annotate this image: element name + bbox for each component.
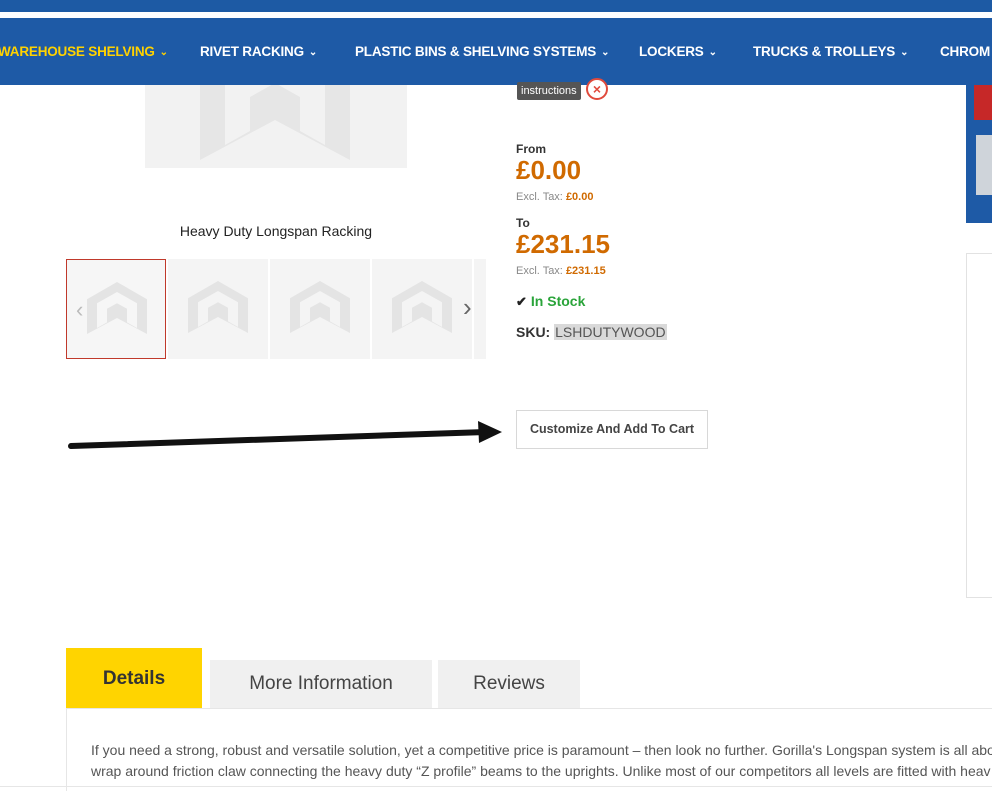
- thumbnail-5[interactable]: [474, 259, 486, 359]
- placeholder-logo-icon: [188, 281, 248, 333]
- from-excl-tax: Excl. Tax: £0.00: [516, 191, 593, 203]
- excl-tax-label: Excl. Tax:: [516, 191, 563, 203]
- side-panel: [966, 253, 992, 598]
- customize-add-to-cart-button[interactable]: Customize And Add To Cart: [516, 410, 708, 449]
- instructions-badge[interactable]: instructions: [517, 82, 581, 100]
- to-excl-tax: Excl. Tax: £231.15: [516, 265, 606, 277]
- sku-value: LSHDUTYWOOD: [554, 324, 667, 340]
- side-promo-banner[interactable]: [966, 85, 992, 223]
- nav-item-label: CHROM: [940, 44, 990, 59]
- tab-details[interactable]: Details: [66, 648, 202, 708]
- main-navigation: WAREHOUSE SHELVING ⌄ RIVET RACKING ⌄ PLAST…: [0, 18, 992, 85]
- instructions-close-icon[interactable]: ×: [586, 78, 608, 100]
- description-line: If you need a strong, robust and versati…: [91, 742, 992, 758]
- to-label: To: [516, 216, 530, 230]
- placeholder-logo-icon: [392, 281, 452, 333]
- excl-tax-amount: £0.00: [565, 191, 594, 203]
- chevron-left-icon[interactable]: ‹: [76, 297, 83, 323]
- chevron-down-icon: ⌄: [601, 47, 610, 58]
- nav-item-label: PLASTIC BINS & SHELVING SYSTEMS: [355, 44, 597, 59]
- from-label: From: [516, 142, 546, 156]
- stock-status: ✔ In Stock: [516, 293, 585, 310]
- stock-label: In Stock: [530, 293, 586, 309]
- nav-item-rivet-racking[interactable]: RIVET RACKING ⌄: [200, 18, 317, 85]
- thumbnail-strip: ‹ ›: [66, 259, 486, 359]
- from-price: £0.00: [516, 155, 582, 185]
- nav-item-trucks-trolleys[interactable]: TRUCKS & TROLLEYS ⌄: [753, 18, 909, 85]
- description-line: wrap around friction claw connecting the…: [91, 763, 991, 779]
- nav-item-label: WAREHOUSE SHELVING: [0, 44, 155, 59]
- divider: [0, 786, 992, 787]
- chevron-down-icon: ⌄: [159, 47, 168, 58]
- chevron-down-icon: ⌄: [900, 47, 909, 58]
- sku: SKU: LSHDUTYWOOD: [516, 324, 667, 340]
- nav-item-label: RIVET RACKING: [200, 44, 304, 59]
- tab-reviews[interactable]: Reviews: [438, 660, 580, 708]
- product-description: If you need a strong, robust and versati…: [91, 740, 992, 782]
- placeholder-logo-icon: [200, 85, 350, 160]
- excl-tax-label: Excl. Tax:: [516, 265, 563, 277]
- chevron-right-icon[interactable]: ›: [463, 292, 472, 323]
- main-product-image[interactable]: [145, 85, 407, 168]
- tab-more-information[interactable]: More Information: [210, 660, 432, 708]
- nav-item-label: LOCKERS: [639, 44, 704, 59]
- nav-item-label: TRUCKS & TROLLEYS: [753, 44, 896, 59]
- top-strip: [0, 0, 992, 12]
- nav-item-warehouse-shelving[interactable]: WAREHOUSE SHELVING ⌄: [0, 18, 168, 85]
- sku-label: SKU:: [516, 324, 551, 340]
- excl-tax-amount: £231.15: [565, 265, 606, 277]
- annotation-arrow-icon: [68, 421, 502, 449]
- nav-item-lockers[interactable]: LOCKERS ⌄: [639, 18, 717, 85]
- placeholder-logo-icon: [290, 281, 350, 333]
- thumbnail-4[interactable]: [372, 259, 472, 359]
- to-price: £231.15: [516, 229, 610, 259]
- checkmark-icon: ✔: [516, 294, 527, 309]
- placeholder-logo-icon: [87, 282, 147, 334]
- nav-item-plastic-bins[interactable]: PLASTIC BINS & SHELVING SYSTEMS ⌄: [355, 18, 609, 85]
- thumbnail-2[interactable]: [168, 259, 268, 359]
- chevron-down-icon: ⌄: [708, 47, 717, 58]
- product-image-caption: Heavy Duty Longspan Racking: [179, 223, 373, 239]
- chevron-down-icon: ⌄: [308, 47, 318, 58]
- thumbnail-3[interactable]: [270, 259, 370, 359]
- nav-item-chrome[interactable]: CHROM: [940, 18, 990, 85]
